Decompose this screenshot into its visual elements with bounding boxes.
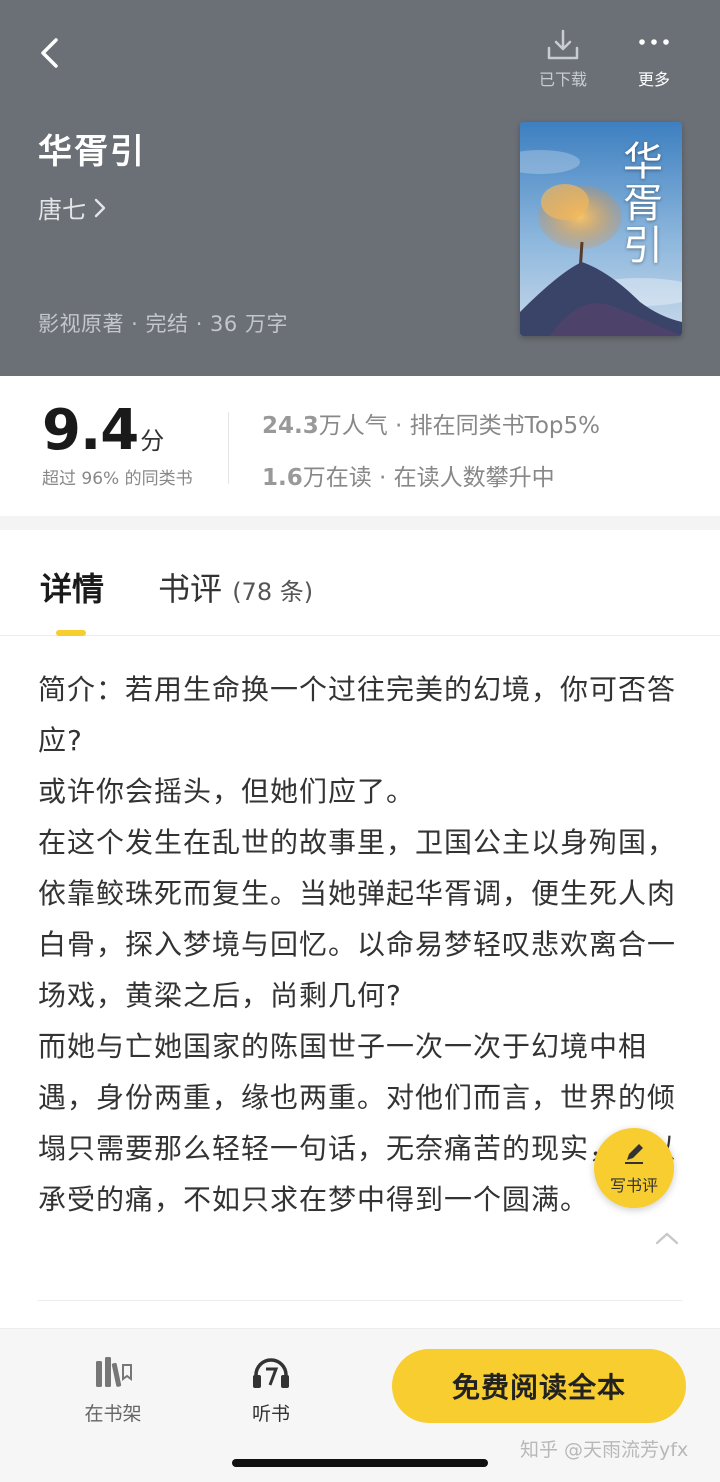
intro-paragraph: 简介：若用生命换一个过往完美的幻境，你可否答应? — [38, 673, 677, 757]
intro-paragraph: 在这个发生在乱世的故事里，卫国公主以身殉国，依靠鲛珠死而复生。当她弹起华胥调，便… — [38, 826, 677, 1012]
chevron-right-icon — [94, 198, 106, 217]
cover-title: 华胥引 — [616, 140, 662, 266]
tab-detail[interactable]: 详情 — [40, 564, 104, 610]
book-cover[interactable]: 华胥引 — [520, 122, 682, 336]
write-review-button[interactable]: 写书评 — [594, 1128, 674, 1208]
pencil-icon — [625, 1144, 643, 1164]
section-gap — [0, 516, 720, 530]
read-full-button[interactable]: 免费阅读全本 — [392, 1349, 686, 1423]
bookshelf-icon — [96, 1357, 132, 1387]
chevron-left-icon — [41, 38, 58, 68]
tab-reviews[interactable]: 书评 (78 条) — [158, 564, 313, 610]
collapse-button[interactable] — [652, 1228, 682, 1252]
chevron-up-icon — [655, 1232, 679, 1245]
rating-section: 9.4 分 超过 96% 的同类书 24.3万人气 · 排在同类书Top5% 1… — [0, 376, 720, 516]
more-label: 更多 — [637, 70, 670, 89]
popularity-text: 万人气 · 排在同类书Top5% — [318, 413, 600, 439]
download-icon — [547, 29, 579, 60]
score: 9.4 分 — [42, 398, 164, 463]
download-button[interactable]: 已下载 — [528, 26, 598, 90]
more-button[interactable]: 更多 — [624, 26, 684, 90]
reading-stat: 1.6万在读 · 在读人数攀升中 — [262, 458, 555, 492]
score-value: 9.4 — [42, 398, 139, 463]
watermark-text: 知乎 @天雨流芳yfx — [520, 1439, 689, 1461]
bookshelf-button[interactable]: 在书架 — [76, 1355, 150, 1426]
popularity-value: 24.3 — [262, 413, 319, 439]
score-subtitle: 超过 96% 的同类书 — [42, 469, 193, 489]
headphones-icon — [253, 1358, 289, 1388]
reading-text: 万在读 · 在读人数攀升中 — [302, 465, 555, 491]
score-unit: 分 — [140, 427, 165, 455]
book-header: 已下载 更多 华胥引 唐七 影视原著 · 完结 · 36 万字 华胥引 — [0, 0, 720, 376]
book-title: 华胥引 — [38, 132, 146, 172]
more-dots-icon — [639, 39, 669, 45]
write-review-label: 写书评 — [609, 1176, 658, 1195]
tab-reviews-label: 书评 — [158, 570, 223, 608]
tab-reviews-count: (78 条) — [232, 578, 314, 606]
intro-paragraph: 而她与亡她国家的陈国世子一次一次于幻境中相遇，身份两重，缘也两重。对他们而言，世… — [38, 1030, 677, 1216]
back-button[interactable] — [30, 30, 74, 74]
home-indicator[interactable] — [232, 1459, 488, 1467]
active-tab-indicator — [56, 630, 86, 636]
listen-label: 听书 — [251, 1403, 290, 1425]
content-divider — [38, 1300, 682, 1301]
book-meta: 影视原著 · 完结 · 36 万字 — [38, 312, 288, 336]
popularity-stat: 24.3万人气 · 排在同类书Top5% — [262, 406, 600, 440]
author-name: 唐七 — [38, 196, 86, 224]
reading-value: 1.6 — [262, 465, 303, 491]
listen-button[interactable]: 听书 — [234, 1355, 308, 1426]
download-label: 已下载 — [538, 70, 587, 89]
book-intro: 简介：若用生命换一个过往完美的幻境，你可否答应? 或许你会摇头，但她们应了。 在… — [38, 664, 686, 1225]
rating-divider — [228, 412, 229, 484]
author-link[interactable]: 唐七 — [38, 190, 108, 225]
bookshelf-label: 在书架 — [84, 1403, 142, 1425]
bottom-bar: 在书架 听书 免费阅读全本 知乎 @天雨流芳yfx — [0, 1328, 720, 1482]
tab-bar: 详情 书评 (78 条) — [0, 530, 720, 636]
intro-paragraph: 或许你会摇头，但她们应了。 — [38, 775, 416, 808]
